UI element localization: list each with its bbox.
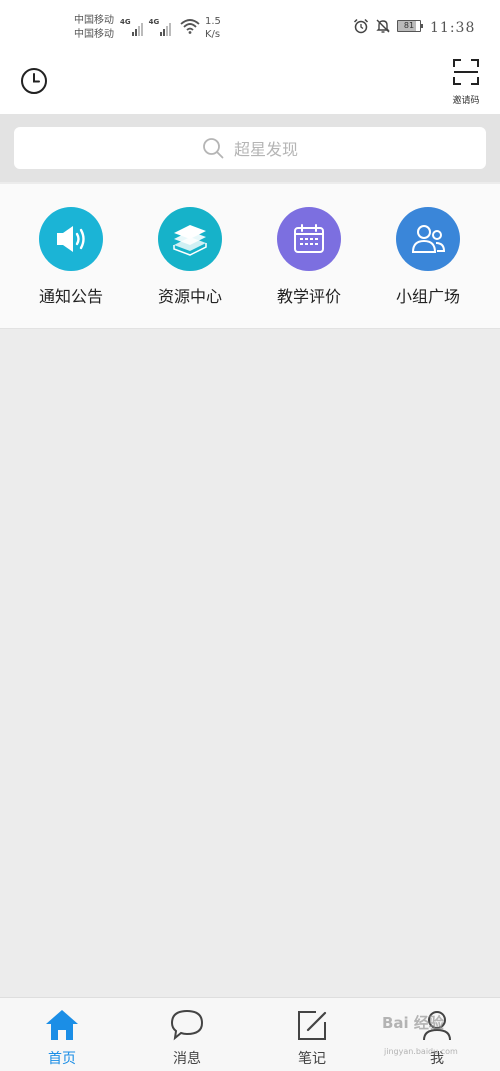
note-edit-icon: [298, 1011, 327, 1040]
network-type-2: 4G: [148, 18, 160, 26]
home-icon: [46, 1010, 78, 1040]
nav-notes-label: 笔记: [298, 1051, 326, 1067]
search-icon: [203, 138, 224, 159]
history-clock-icon[interactable]: [20, 67, 48, 95]
battery-indicator: 81: [397, 20, 423, 32]
entry-notice[interactable]: 通知公告: [16, 207, 126, 307]
nav-home[interactable]: 首页: [22, 1008, 102, 1068]
invite-code-label: 邀请码: [452, 96, 480, 106]
system-icons: [353, 18, 391, 34]
search-placeholder: 超星发现: [233, 140, 298, 159]
alarm-icon: [353, 18, 369, 34]
carrier-info: 中国移动 中国移动: [74, 14, 114, 42]
calendar-icon: [277, 207, 341, 271]
entry-group-square-label: 小组广场: [395, 287, 460, 306]
network-speed: 1.5 K/s: [205, 15, 221, 41]
nav-messages-label: 消息: [173, 1051, 201, 1067]
entry-notice-label: 通知公告: [38, 287, 103, 306]
carrier-2: 中国移动: [74, 29, 114, 40]
speaker-icon: [39, 207, 103, 271]
entry-resources-label: 资源中心: [157, 287, 222, 306]
network-type-1: 4G: [120, 18, 131, 26]
speed-unit: K/s: [205, 29, 221, 40]
top-bar: 邀请码: [0, 52, 500, 114]
search-input[interactable]: 超星发现: [14, 127, 486, 169]
speed-value: 1.5: [205, 16, 221, 27]
nav-messages[interactable]: 消息: [147, 1008, 227, 1068]
stack-books-icon: [158, 207, 222, 271]
wifi-icon: [180, 19, 200, 34]
nav-notes[interactable]: 笔记: [272, 1008, 352, 1068]
invite-code-button[interactable]: 邀请码: [446, 57, 486, 109]
quick-entry-panel: 通知公告 资源中心 教学评价 小组广场: [0, 184, 500, 329]
watermark-url: jingyan.baidu.com: [384, 1047, 458, 1056]
baidu-jingyan-watermark: Bai 经验: [382, 1014, 444, 1032]
scan-icon: [453, 59, 479, 85]
nav-home-label: 首页: [48, 1051, 76, 1067]
entry-evaluation[interactable]: 教学评价: [254, 207, 364, 307]
signal-1-icon: 4G: [120, 16, 143, 36]
group-people-icon: [396, 207, 460, 271]
chat-bubble-icon: [170, 1009, 204, 1041]
signal-2-icon: 4G: [149, 16, 172, 36]
entry-resources[interactable]: 资源中心: [135, 207, 245, 307]
search-area: 超星发现: [0, 114, 500, 182]
bottom-nav: 首页 消息 笔记 我: [0, 997, 500, 1071]
mute-bell-icon: [376, 19, 390, 33]
carrier-1: 中国移动: [74, 15, 114, 26]
status-time: 11:38: [430, 20, 476, 36]
entry-evaluation-label: 教学评价: [276, 287, 341, 306]
signal-indicators: 4G 4G: [120, 16, 172, 36]
entry-group-square[interactable]: 小组广场: [373, 207, 483, 307]
status-bar: 中国移动 中国移动 4G 4G 1.5 K/s 81 11:38: [0, 0, 500, 52]
